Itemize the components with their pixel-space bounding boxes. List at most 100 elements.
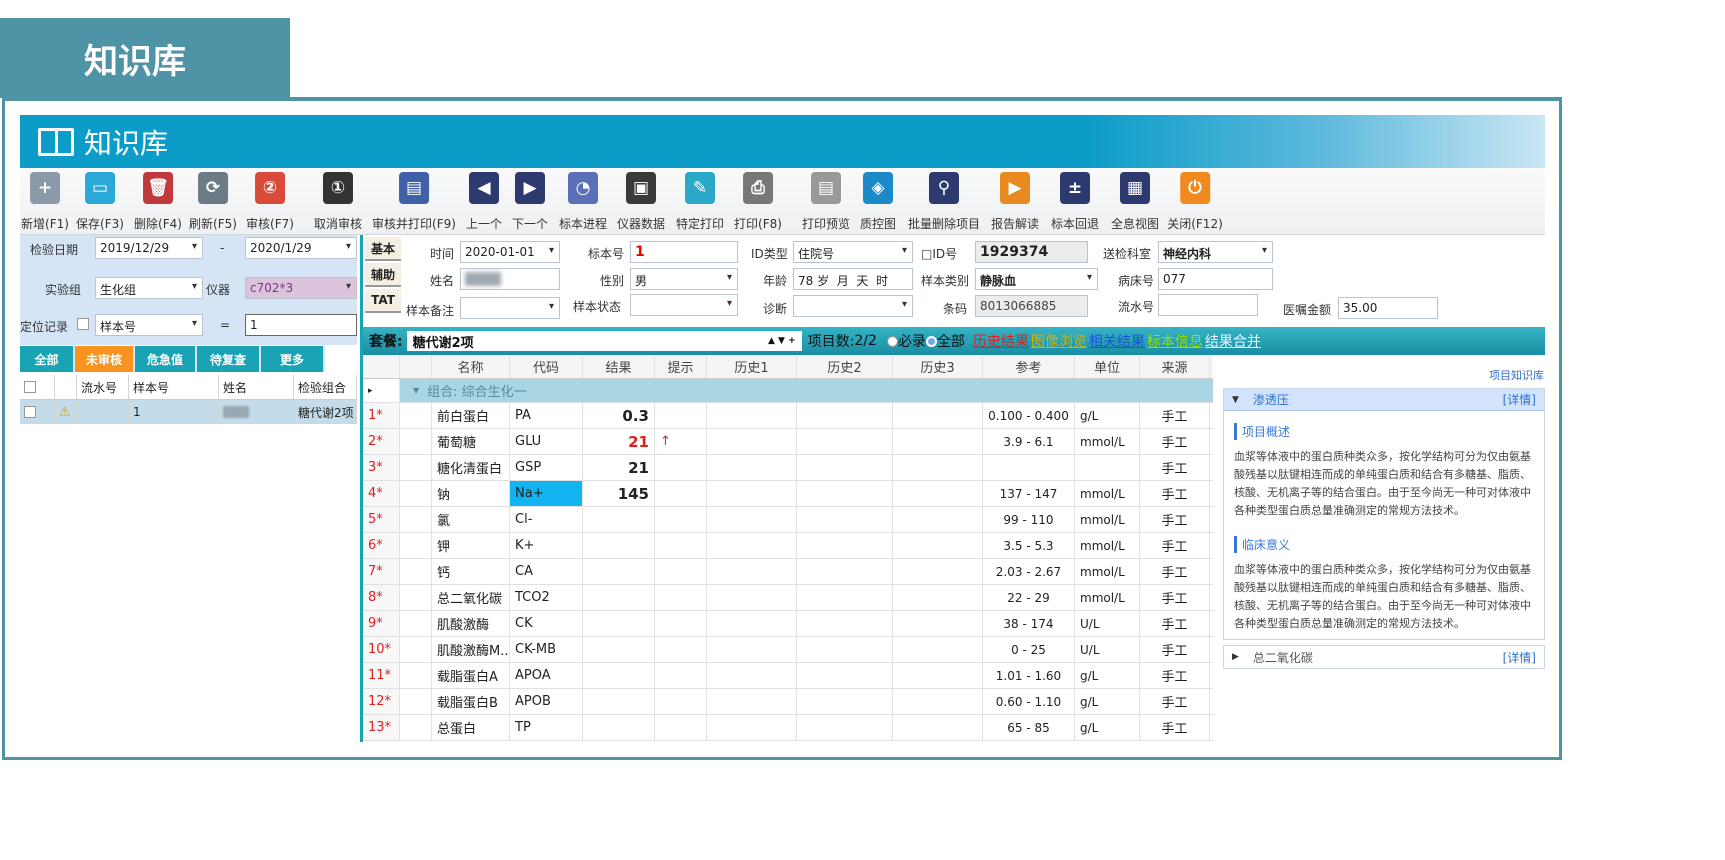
col-sample[interactable]: 样本号: [129, 375, 219, 399]
package-select[interactable]: 糖代谢2项 ▲ ▼ +: [406, 331, 802, 351]
time-picker[interactable]: 2020-01-01: [460, 241, 560, 263]
col-combo[interactable]: 检验组合: [294, 375, 357, 399]
table-row[interactable]: 7* 钙 CA 2.03 - 2.67 mmol/L 手工: [363, 559, 1213, 585]
table-row[interactable]: 2* 葡萄糖 GLU 21 ↑ 3.9 - 6.1 mmol/L 手工: [363, 429, 1213, 455]
item-code[interactable]: APOB: [510, 689, 583, 714]
side-tab-aux[interactable]: 辅助: [365, 263, 401, 287]
remark-select[interactable]: [460, 297, 560, 319]
item-code[interactable]: K+: [510, 533, 583, 558]
col-header[interactable]: 历史1: [707, 355, 797, 378]
locate-field-select[interactable]: 样本号: [95, 314, 203, 336]
id-no-input[interactable]: 1929374: [975, 241, 1088, 263]
item-result[interactable]: [583, 663, 655, 688]
toolbar-button-instrument-data[interactable]: ▣ 仪器数据: [617, 172, 665, 232]
table-row[interactable]: 10* 肌酸激酶M... CK-MB 0 - 25 U/L 手工: [363, 637, 1213, 663]
barcode-input[interactable]: 8013066885: [975, 295, 1088, 317]
item-code[interactable]: PA: [510, 403, 583, 428]
col-header[interactable]: 历史2: [797, 355, 893, 378]
knowledge-item-header[interactable]: ▼ 渗透压 [详情]: [1224, 389, 1544, 411]
item-code[interactable]: Cl-: [510, 507, 583, 532]
table-row[interactable]: 12* 载脂蛋白B APOB 0.60 - 1.10 g/L 手工: [363, 689, 1213, 715]
bed-input[interactable]: 077: [1158, 268, 1273, 290]
toolbar-button-specimen-progress[interactable]: ◔ 标本进程: [559, 172, 607, 232]
toolbar-button-report-interpret[interactable]: ▶ 报告解读: [991, 172, 1039, 232]
group-row[interactable]: ▸ ▼ 组合: 综合生化一: [363, 379, 1213, 403]
table-row[interactable]: 9* 肌酸激酶 CK 38 - 174 U/L 手工: [363, 611, 1213, 637]
locate-value-input[interactable]: 1: [245, 314, 357, 336]
age-input[interactable]: 78 岁 月 天 时: [793, 268, 913, 290]
amount-input[interactable]: 35.00: [1338, 297, 1438, 319]
toolbar-button-new-record[interactable]: + 新增(F1): [21, 172, 69, 232]
col-name[interactable]: 姓名: [219, 375, 294, 399]
detail-link[interactable]: [详情]: [1503, 649, 1536, 666]
package-arrows[interactable]: ▲ ▼ +: [768, 336, 796, 346]
item-result[interactable]: 21: [583, 429, 655, 454]
item-result[interactable]: [583, 507, 655, 532]
col-serial[interactable]: 流水号: [77, 375, 129, 399]
serial-input[interactable]: [1158, 294, 1258, 316]
item-code[interactable]: CK-MB: [510, 637, 583, 662]
link-4[interactable]: 结果合并: [1205, 331, 1261, 351]
item-result[interactable]: [583, 533, 655, 558]
item-result[interactable]: 145: [583, 481, 655, 506]
item-code[interactable]: Na+: [510, 481, 583, 506]
status-select[interactable]: [630, 294, 738, 316]
instrument-select[interactable]: c702*3: [245, 277, 357, 299]
table-row[interactable]: 11* 载脂蛋白A APOA 1.01 - 1.60 g/L 手工: [363, 663, 1213, 689]
table-row[interactable]: 5* 氯 Cl- 99 - 110 mmol/L 手工: [363, 507, 1213, 533]
col-header[interactable]: 单位: [1075, 355, 1140, 378]
item-code[interactable]: GSP: [510, 455, 583, 480]
item-code[interactable]: TCO2: [510, 585, 583, 610]
link-0[interactable]: 历史结果: [973, 331, 1029, 351]
name-input[interactable]: [460, 268, 560, 290]
item-result[interactable]: [583, 637, 655, 662]
toolbar-button-print-preview[interactable]: ▤ 打印预览: [802, 172, 850, 232]
col-header[interactable]: 来源: [1140, 355, 1210, 378]
item-result[interactable]: [583, 611, 655, 636]
radio-required[interactable]: [886, 335, 898, 347]
col-header[interactable]: 历史3: [893, 355, 983, 378]
toolbar-button-qc-chart[interactable]: ◈ 质控图: [860, 172, 896, 232]
tab-critical[interactable]: 危急值: [135, 346, 197, 372]
side-tab-tat[interactable]: TAT: [365, 289, 401, 313]
side-tab-basic[interactable]: 基本: [365, 237, 401, 261]
toolbar-button-audit[interactable]: ② 审核(F7): [246, 172, 294, 232]
sample-type-select[interactable]: 静脉血: [975, 268, 1098, 290]
toolbar-button-printer[interactable]: ⎙ 打印(F8): [734, 172, 782, 232]
sample-no-input[interactable]: 1: [630, 241, 738, 263]
item-result[interactable]: [583, 689, 655, 714]
toolbar-button-holographic-view[interactable]: ▦ 全息视图: [1111, 172, 1159, 232]
diagnosis-select[interactable]: [793, 295, 913, 317]
link-1[interactable]: 图像浏览: [1031, 331, 1087, 351]
table-row[interactable]: 1* 前白蛋白 PA 0.3 0.100 - 0.400 g/L 手工: [363, 403, 1213, 429]
table-row[interactable]: 6* 钾 K+ 3.5 - 5.3 mmol/L 手工: [363, 533, 1213, 559]
item-code[interactable]: APOA: [510, 663, 583, 688]
id-no-label[interactable]: □ID号: [921, 245, 957, 262]
col-header[interactable]: 结果: [583, 355, 655, 378]
dept-select[interactable]: 神经内科: [1158, 241, 1273, 263]
toolbar-button-power[interactable]: ⏻ 关闭(F12): [1167, 172, 1223, 232]
toolbar-button-cancel-audit[interactable]: ① 取消审核: [314, 172, 362, 232]
item-result[interactable]: [583, 585, 655, 610]
toolbar-button-audit-print[interactable]: ▤ 审核并打印(F9): [372, 172, 456, 232]
item-result[interactable]: [583, 715, 655, 740]
item-code[interactable]: TP: [510, 715, 583, 740]
toolbar-button-save[interactable]: ▭ 保存(F3): [76, 172, 124, 232]
tab-more[interactable]: 更多: [261, 346, 325, 372]
item-code[interactable]: CK: [510, 611, 583, 636]
item-result[interactable]: 21: [583, 455, 655, 480]
item-code[interactable]: GLU: [510, 429, 583, 454]
sex-select[interactable]: 男: [630, 268, 738, 290]
item-result[interactable]: [583, 559, 655, 584]
date-to-picker[interactable]: 2020/1/29: [245, 237, 357, 259]
item-result[interactable]: 0.3: [583, 403, 655, 428]
table-row[interactable]: 4* 钠 Na+ 145 137 - 147 mmol/L 手工: [363, 481, 1213, 507]
col-header[interactable]: 名称: [432, 355, 510, 378]
detail-link[interactable]: [详情]: [1503, 391, 1536, 408]
col-header[interactable]: 提示: [655, 355, 707, 378]
toolbar-button-special-print[interactable]: ✎ 特定打印: [676, 172, 724, 232]
sample-row[interactable]: ⚠ 1 糖代谢2项: [20, 400, 357, 424]
radio-all[interactable]: [925, 335, 937, 347]
row-checkbox[interactable]: [24, 406, 36, 418]
col-header[interactable]: 参考: [983, 355, 1075, 378]
